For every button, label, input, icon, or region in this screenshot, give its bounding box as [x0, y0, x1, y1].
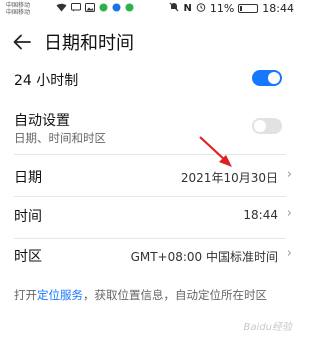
location-hint-suffix: ，获取位置信息，自动定位所在时区 [83, 288, 267, 302]
hour24-label: 24 小时制 [14, 73, 79, 89]
auto-setting-row[interactable]: 自动设置 日期、时间和时区 [0, 104, 300, 150]
chevron-right-icon: › [286, 246, 292, 261]
status-time: 18:44 [262, 2, 294, 15]
location-hint: 打开定位服务，获取位置信息，自动定位所在时区 [14, 287, 294, 303]
hour24-row[interactable]: 24 小时制 [0, 64, 300, 94]
date-value: 2021年10月30日 [180, 171, 278, 185]
app-icon [112, 3, 121, 16]
timezone-row[interactable]: 时区 GMT+08:00 中国标准时间 › [0, 240, 300, 280]
location-service-link[interactable]: 定位服务 [37, 288, 83, 302]
auto-setting-label: 自动设置 [14, 113, 70, 129]
time-label: 时间 [14, 209, 42, 225]
alarm-icon [196, 2, 206, 15]
back-arrow-icon [13, 34, 31, 50]
time-row[interactable]: 时间 18:44 › [0, 198, 300, 238]
battery-level: 11% [209, 2, 235, 15]
mute-icon [169, 2, 179, 15]
wifi-icon [56, 3, 67, 16]
carrier-2: 中国移动 [6, 9, 31, 16]
auto-setting-sub: 日期、时间和时区 [14, 131, 106, 145]
chevron-right-icon: › [286, 167, 292, 182]
hour24-toggle[interactable] [252, 70, 282, 86]
message-icon [71, 3, 81, 16]
date-row[interactable]: 日期 2021年10月30日 › [0, 156, 300, 196]
status-icons [56, 3, 134, 16]
battery-icon [238, 4, 259, 13]
carrier-1: 中国移动 [6, 2, 31, 9]
divider [14, 196, 286, 197]
chevron-right-icon: › [286, 206, 292, 221]
date-label: 日期 [14, 170, 42, 186]
back-button[interactable] [0, 20, 44, 64]
timezone-label: 时区 [14, 249, 42, 265]
app-icon [125, 3, 134, 16]
page-title: 日期和时间 [44, 33, 134, 54]
nfc-icon: N [183, 3, 192, 14]
toggle-knob [254, 120, 266, 132]
divider [14, 154, 286, 155]
app-bar: 日期和时间 [0, 20, 300, 64]
photo-icon [85, 3, 95, 16]
carrier-info: 中国移动 中国移动 [6, 2, 30, 16]
auto-setting-toggle[interactable] [252, 118, 282, 134]
status-right: N 11% 18:44 [169, 2, 294, 15]
toggle-knob [268, 72, 280, 84]
status-bar: 中国移动 中国移动 N 11% 18:44 [0, 0, 300, 20]
timezone-value: GMT+08:00 中国标准时间 [130, 250, 278, 264]
divider [14, 238, 286, 239]
time-value: 18:44 [243, 208, 278, 222]
location-hint-prefix: 打开 [14, 288, 37, 302]
app-icon [99, 3, 108, 16]
watermark-logo: Baidu经验 [243, 322, 292, 333]
